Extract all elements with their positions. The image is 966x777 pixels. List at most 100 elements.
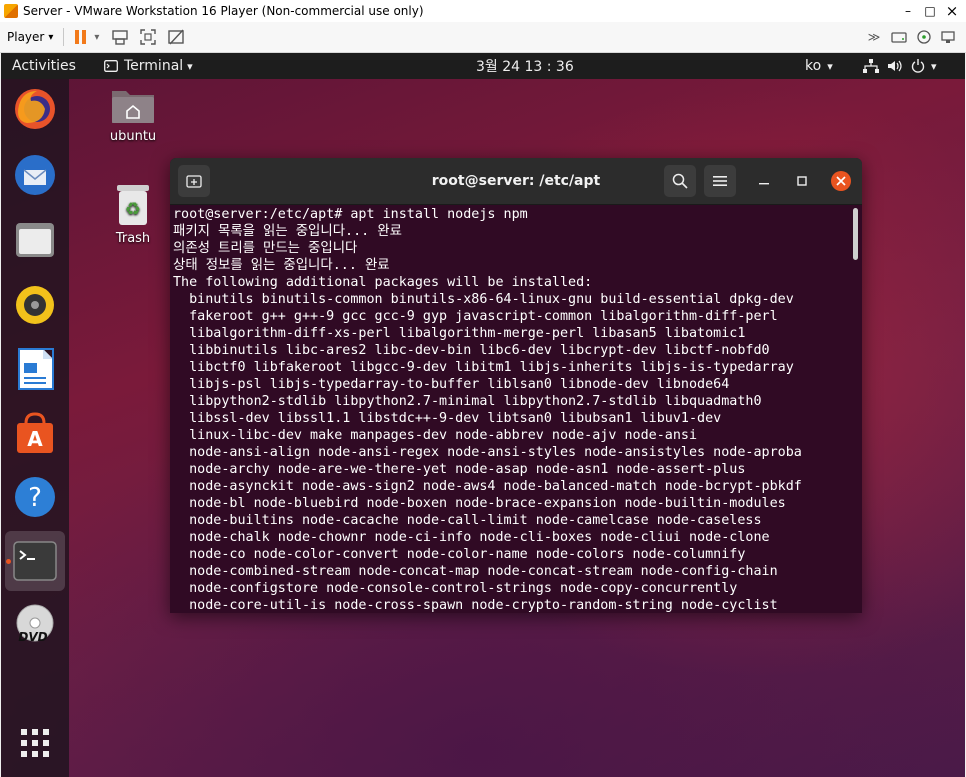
terminal-small-icon [104,60,118,72]
input-method-label: ko [805,58,822,74]
fullscreen-icon [140,29,157,45]
fullscreen-button[interactable] [137,25,159,49]
firefox-launcher[interactable] [11,85,59,133]
terminal-line: node-chalk node-chownr node-ci-info node… [173,530,770,545]
app-menu[interactable]: Terminal ▾ [104,53,193,79]
hamburger-menu-button[interactable] [704,165,736,197]
terminal-line: node-co node-color-convert node-color-na… [173,547,746,562]
rhythmbox-launcher[interactable] [11,281,59,329]
svg-text:A: A [27,427,43,451]
close-button[interactable]: × [938,0,966,22]
svg-text:?: ? [28,483,42,513]
close-icon [836,176,846,186]
vm-toolbar: Player ▾ ▾ ≫ [0,22,966,53]
minimize-icon [759,183,769,185]
search-button[interactable] [664,165,696,197]
svg-text:♻: ♻ [125,199,141,220]
app-menu-label: Terminal [124,58,184,74]
home-folder-label: ubuntu [109,129,157,144]
terminal-line: 패키지 목록을 읽는 중입니다... 완료 [173,224,402,239]
app-grid-icon [21,729,49,757]
hdd-icon [891,32,907,43]
terminal-minimize-button[interactable] [756,173,772,189]
network-devices-icon [112,30,129,45]
terminal-line: node-core-util-is node-cross-spawn node-… [173,598,778,612]
dvd-launcher[interactable]: DVD [11,601,59,649]
terminal-close-button[interactable] [831,171,851,191]
terminal-line: node-builtins node-cacache node-call-lim… [173,513,762,528]
player-menu[interactable]: Player ▾ [7,25,53,49]
terminal-line: root@server:/etc/apt# apt install nodejs… [173,207,528,222]
volume-icon [888,60,902,72]
pause-button[interactable]: ▾ [74,25,99,49]
chevron-down-icon: ▾ [48,31,54,43]
show-applications-button[interactable] [11,719,59,767]
input-method-menu[interactable]: ko ▾ [805,53,833,79]
terminal-line: fakeroot g++ g++-9 gcc gcc-9 gyp javascr… [173,309,778,324]
network-adapter-button[interactable] [938,25,958,49]
terminal-line: libssl-dev libssl1.1 libstdc++-9-dev lib… [173,411,722,426]
terminal-line: libalgorithm-diff-xs-perl libalgorithm-m… [173,326,746,341]
desktop-home-folder[interactable]: ubuntu [101,85,165,144]
activities-button[interactable]: Activities [12,53,76,79]
more-button[interactable]: ≫ [864,25,884,49]
removable-device-button[interactable] [889,25,909,49]
terminal-output[interactable]: root@server:/etc/apt# apt install nodejs… [173,206,843,612]
vm-window-title: Server - VMware Workstation 16 Player (N… [23,4,424,18]
terminal-line: linux-libc-dev make manpages-dev node-ab… [173,428,698,443]
chevron-down-icon: ▾ [94,31,100,43]
system-status-menu[interactable]: ▾ [863,53,937,79]
search-icon [672,173,688,189]
guest-screen: Activities Terminal ▾ 3월 24 13 : 36 ko ▾… [1,53,965,777]
terminal-line: 상태 정보를 읽는 중입니다... 완료 [173,258,390,273]
chevron-down-icon: ▾ [187,59,193,73]
terminal-header-bar: root@server: /etc/apt [170,158,862,205]
terminal-maximize-button[interactable] [794,173,810,189]
unity-icon [168,29,185,45]
libreoffice-writer-launcher[interactable] [11,345,59,393]
cd-icon [917,30,931,44]
network-wired-icon [863,59,879,73]
terminal-scrollbar[interactable] [853,208,858,260]
terminal-line: node-combined-stream node-concat-map nod… [173,564,778,579]
terminal-line: 의존성 트리를 만드는 중입니다 [173,241,358,256]
terminal-line: node-archy node-are-we-there-yet node-as… [173,462,746,477]
chevron-down-icon: ▾ [827,59,833,73]
terminal-window: root@server: /etc/apt root@server:/etc/a… [170,158,862,613]
new-tab-button[interactable] [178,165,210,197]
pause-icon [75,30,87,44]
hamburger-icon [713,176,727,186]
terminal-line: libpython2-stdlib libpython2.7-minimal l… [173,394,762,409]
software-center-launcher[interactable]: A [11,409,59,457]
toolbar-divider [63,28,65,46]
files-launcher[interactable] [11,216,59,264]
terminal-line: libctf0 libfakeroot libgcc-9-dev libitm1… [173,360,794,375]
terminal-line: binutils binutils-common binutils-x86-64… [173,292,794,307]
vmware-app-icon [4,4,18,18]
clock[interactable]: 3월 24 13 : 36 [476,53,574,79]
speaker-icon [16,286,54,324]
terminal-launcher[interactable] [11,537,59,585]
trash-label: Trash [115,231,151,246]
home-folder-icon [112,91,154,123]
terminal-line: node-ansi-align node-ansi-regex node-ans… [173,445,802,460]
dvd-icon: DVD [16,604,54,644]
terminal-line: The following additional packages will b… [173,275,593,290]
desktop-trash[interactable]: ♻ Trash [101,183,165,246]
unity-mode-button[interactable] [165,25,187,49]
cd-device-button[interactable] [914,25,934,49]
terminal-line: node-bl node-bluebird node-boxen node-br… [173,496,786,511]
power-icon [911,59,925,73]
thunderbird-launcher[interactable] [11,151,59,199]
shopping-bag-icon: A [17,412,53,453]
dock: A ? DVD [1,79,69,777]
send-ctrl-alt-del-button[interactable] [109,25,131,49]
folder-icon [16,223,54,257]
new-tab-icon [186,175,202,188]
vm-title-bar: Server - VMware Workstation 16 Player (N… [0,0,966,22]
terminal-line: node-asynckit node-aws-sign2 node-aws4 n… [173,479,802,494]
help-launcher[interactable]: ? [11,473,59,521]
maximize-icon [797,176,807,186]
terminal-line: node-configstore node-console-control-st… [173,581,738,596]
trash-icon: ♻ [117,185,149,225]
